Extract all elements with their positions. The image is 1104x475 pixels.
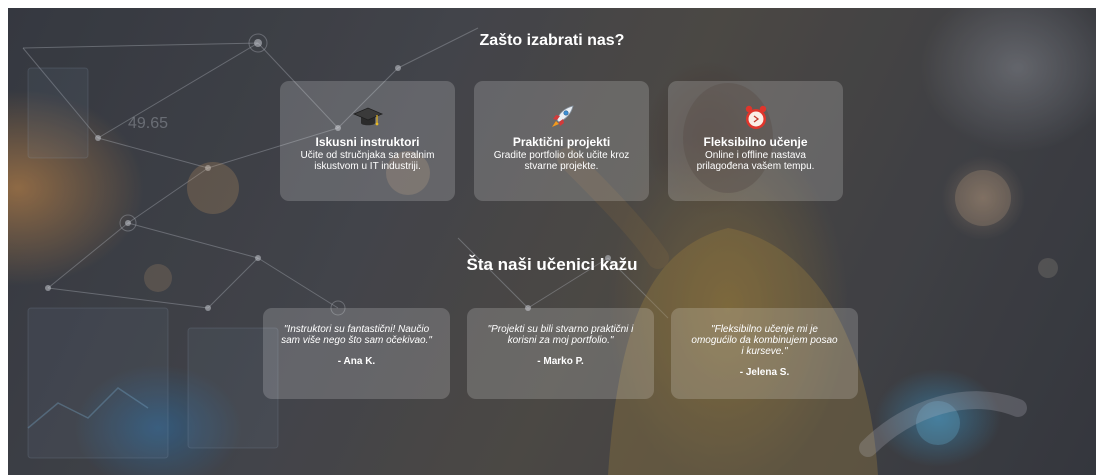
alarm-clock-icon: [745, 105, 766, 129]
testimonial-author: - Ana K.: [337, 356, 376, 367]
testimonial-quote: "Fleksibilno učenje mi je omogućilo da k…: [691, 324, 838, 357]
hero-section: 49.65 Zašto izabrati nas? Iskusni instru…: [8, 8, 1096, 475]
feature-text: Gradite portfolio dok učite kroz stvarne…: [493, 150, 630, 172]
feature-card-flexible: Fleksibilno učenje Online i offline nast…: [668, 81, 843, 201]
testimonial-author: - Marko P.: [537, 356, 584, 367]
feature-card-instructors: Iskusni instruktori Učite od stručnjaka …: [280, 81, 455, 201]
feature-text: Učite od stručnjaka sa realnim iskustvom…: [300, 150, 435, 172]
testimonial-card: "Projekti su bili stvarno praktični i ko…: [467, 308, 654, 399]
feature-title: Fleksibilno učenje: [703, 135, 808, 149]
background-overlay: [8, 8, 1096, 475]
testimonial-quote: "Projekti su bili stvarno praktični i ko…: [487, 324, 634, 346]
feature-text: Online i offline nastava prilagođena vaš…: [696, 150, 815, 172]
testimonials-heading: Šta naši učenici kažu: [466, 255, 638, 274]
rocket-icon: [551, 105, 574, 127]
why-us-heading: Zašto izabrati nas?: [479, 32, 625, 49]
feature-card-projects: Praktični projekti Gradite portfolio dok…: [474, 81, 649, 201]
feature-title: Iskusni instruktori: [315, 135, 420, 149]
testimonial-quote: "Instruktori su fantastični! Naučio sam …: [281, 324, 432, 346]
testimonial-card: "Fleksibilno učenje mi je omogućilo da k…: [671, 308, 858, 399]
graduation-cap-icon: [352, 107, 383, 126]
testimonial-author: - Jelena S.: [739, 367, 790, 378]
testimonial-card: "Instruktori su fantastični! Naučio sam …: [263, 308, 450, 399]
feature-title: Praktični projekti: [512, 135, 611, 149]
